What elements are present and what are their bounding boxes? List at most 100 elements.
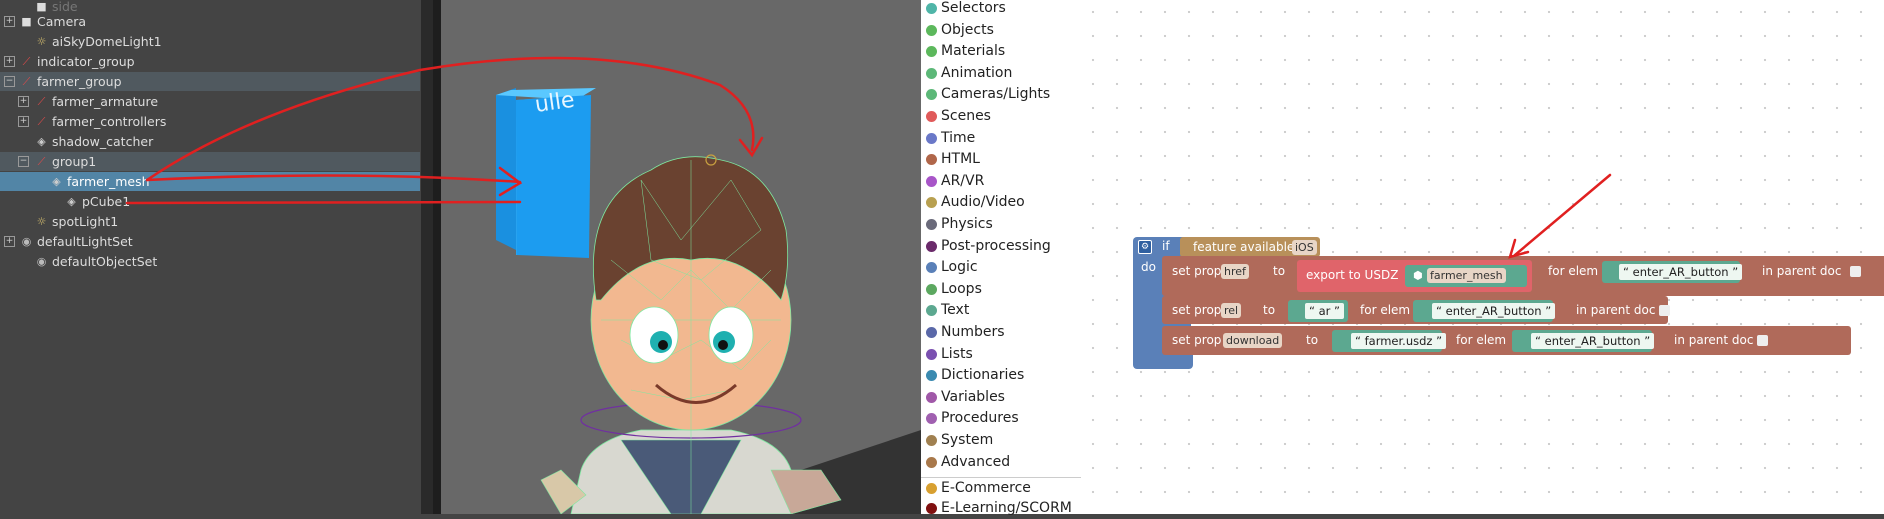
in-parent-checkbox-3[interactable] [1757, 335, 1768, 346]
outliner-item-indicator-group[interactable]: + ⟋ indicator_group [0, 52, 420, 71]
prop-dropdown-3[interactable]: download [1223, 333, 1283, 348]
in-parent-checkbox-1[interactable] [1850, 266, 1861, 277]
category-color-dot [926, 3, 937, 14]
category-color-dot [926, 327, 937, 338]
toolbox-category-post-processing[interactable]: Post-processing [921, 236, 1081, 257]
outliner-item-label: farmer_mesh [67, 174, 150, 189]
toolbox-category-ar-vr[interactable]: AR/VR [921, 171, 1081, 192]
block-toolbox: Selectors Objects Materials Animation Camera… [921, 0, 1081, 516]
mesh-icon: ◈ [52, 175, 61, 188]
toolbox-category-html[interactable]: HTML [921, 149, 1081, 170]
category-color-dot [926, 370, 937, 382]
expand-toggle[interactable]: − [4, 76, 15, 87]
toolbox-category-lists[interactable]: Lists [921, 344, 1081, 365]
toolbox-category-logic[interactable]: Logic [921, 257, 1081, 278]
outliner-item-label: aiSkyDomeLight1 [52, 34, 162, 49]
set-prop-label-3: set prop [1172, 333, 1222, 347]
outliner-item-label: farmer_armature [52, 94, 159, 109]
elem-text-3[interactable]: “ enter_AR_button ” [1531, 333, 1655, 349]
toolbox-category-loops[interactable]: Loops [921, 279, 1081, 300]
category-label: AR/VR [941, 172, 985, 189]
value-text-2[interactable]: “ ar ” [1305, 303, 1345, 319]
category-color-dot [926, 262, 937, 274]
to-label-3: to [1306, 333, 1319, 347]
toolbox-category-animation[interactable]: Animation [921, 63, 1081, 84]
block-workspace[interactable]: ⚙ if do feature available iOS set prop h… [1081, 0, 1884, 514]
toolbox-category-procedures[interactable]: Procedures [921, 408, 1081, 429]
toolbox-category-text[interactable]: Text [921, 300, 1081, 321]
elem-text-2[interactable]: “ enter_AR_button ” [1432, 303, 1556, 319]
expand-toggle[interactable]: + [4, 236, 15, 247]
toolbox-category-variables[interactable]: Variables [921, 387, 1081, 408]
category-label: Lists [941, 345, 973, 362]
outliner-item-farmer-armature[interactable]: + ⟋ farmer_armature [0, 92, 420, 111]
prop-dropdown-1[interactable]: href [1221, 264, 1249, 279]
outliner-item-spotlight1[interactable]: ☼ spotLight1 [0, 212, 420, 231]
3d-viewport[interactable]: ulle [441, 0, 921, 514]
category-color-dot [926, 413, 937, 425]
category-color-dot [926, 197, 937, 209]
export-usdz-label: export to USDZ [1306, 268, 1399, 282]
outliner-item-group1[interactable]: − ⟋ group1 [0, 152, 420, 171]
value-text-3[interactable]: “ farmer.usdz ” [1351, 333, 1447, 349]
outliner-item-camera[interactable]: + ■ Camera [0, 12, 420, 31]
category-color-dot [926, 154, 937, 166]
joint-icon: ⟋ [37, 115, 46, 128]
elem-text-1[interactable]: “ enter_AR_button ” [1619, 264, 1743, 280]
toolbox-category-physics[interactable]: Physics [921, 214, 1081, 235]
toolbox-category-e-commerce[interactable]: E-Commerce [921, 478, 1081, 499]
category-label: Selectors [941, 0, 1006, 16]
category-label: E-Learning/SCORM [941, 500, 1072, 516]
toolbox-category-dictionaries[interactable]: Dictionaries [921, 365, 1081, 386]
category-label: Advanced [941, 453, 1011, 470]
toolbox-category-objects[interactable]: Objects [921, 20, 1081, 41]
expand-toggle[interactable]: + [18, 116, 29, 127]
expand-toggle[interactable]: + [4, 56, 15, 67]
outliner-item-shadow-catcher[interactable]: ◈ shadow_catcher [0, 132, 420, 151]
joint-icon: ⟋ [22, 55, 31, 68]
category-label: System [941, 432, 994, 448]
object-dropdown[interactable]: farmer_mesh [1427, 268, 1506, 283]
toolbox-category-scenes[interactable]: Scenes [921, 106, 1081, 127]
category-label: Materials [941, 43, 1006, 60]
outliner-item-pcube1[interactable]: ◈ pCube1 [0, 192, 420, 211]
outliner-item-label: defaultLightSet [37, 234, 133, 249]
settings-gear-icon[interactable]: ⚙ [1138, 240, 1152, 254]
outliner-item-defaultobjectset[interactable]: ◉ defaultObjectSet [0, 252, 420, 271]
outliner-item-farmer-group[interactable]: − ⟋ farmer_group [0, 72, 420, 91]
outliner-item-farmer-controllers[interactable]: + ⟋ farmer_controllers [0, 112, 420, 131]
category-label: Logic [941, 259, 978, 276]
expand-toggle[interactable]: + [4, 16, 15, 27]
panel-divider[interactable] [433, 0, 441, 514]
outliner-item-label: farmer_group [37, 74, 122, 89]
to-label-1: to [1273, 264, 1286, 278]
outliner-item-aiskydomelight1[interactable]: ☼ aiSkyDomeLight1 [0, 32, 420, 51]
category-label: Numbers [941, 324, 1005, 340]
category-color-dot [926, 483, 937, 494]
in-parent-checkbox-2[interactable] [1659, 305, 1670, 316]
category-label: Time [941, 129, 976, 146]
expand-toggle[interactable]: + [18, 96, 29, 107]
to-label-2: to [1263, 303, 1276, 317]
category-color-dot [926, 46, 937, 58]
feature-dropdown[interactable]: iOS [1292, 240, 1317, 255]
outliner-scrollbar[interactable] [421, 0, 433, 514]
toolbox-category-cameras-lights[interactable]: Cameras/Lights [921, 84, 1081, 105]
category-label: Text [941, 302, 970, 319]
prop-dropdown-2[interactable]: rel [1221, 303, 1242, 318]
outliner-item-defaultlightset[interactable]: + ◉ defaultLightSet [0, 232, 420, 251]
category-color-dot [926, 240, 937, 252]
camera-icon: ■ [21, 15, 32, 28]
toolbox-category-e-learning-scorm[interactable]: E-Learning/SCORM [921, 498, 1081, 519]
toolbox-category-advanced[interactable]: Advanced [921, 452, 1081, 473]
category-label: Physics [941, 216, 993, 232]
expand-toggle[interactable]: − [18, 156, 29, 167]
toolbox-category-materials[interactable]: Materials [921, 41, 1081, 62]
for-elem-label-2: for elem [1360, 303, 1411, 317]
toolbox-category-audio-video[interactable]: Audio/Video [921, 192, 1081, 213]
toolbox-category-selectors[interactable]: Selectors [921, 0, 1081, 19]
toolbox-category-system[interactable]: System [921, 430, 1081, 451]
outliner-item-farmer-mesh[interactable]: ◈ farmer_mesh [0, 172, 420, 191]
toolbox-category-numbers[interactable]: Numbers [921, 322, 1081, 343]
toolbox-category-time[interactable]: Time [921, 128, 1081, 149]
